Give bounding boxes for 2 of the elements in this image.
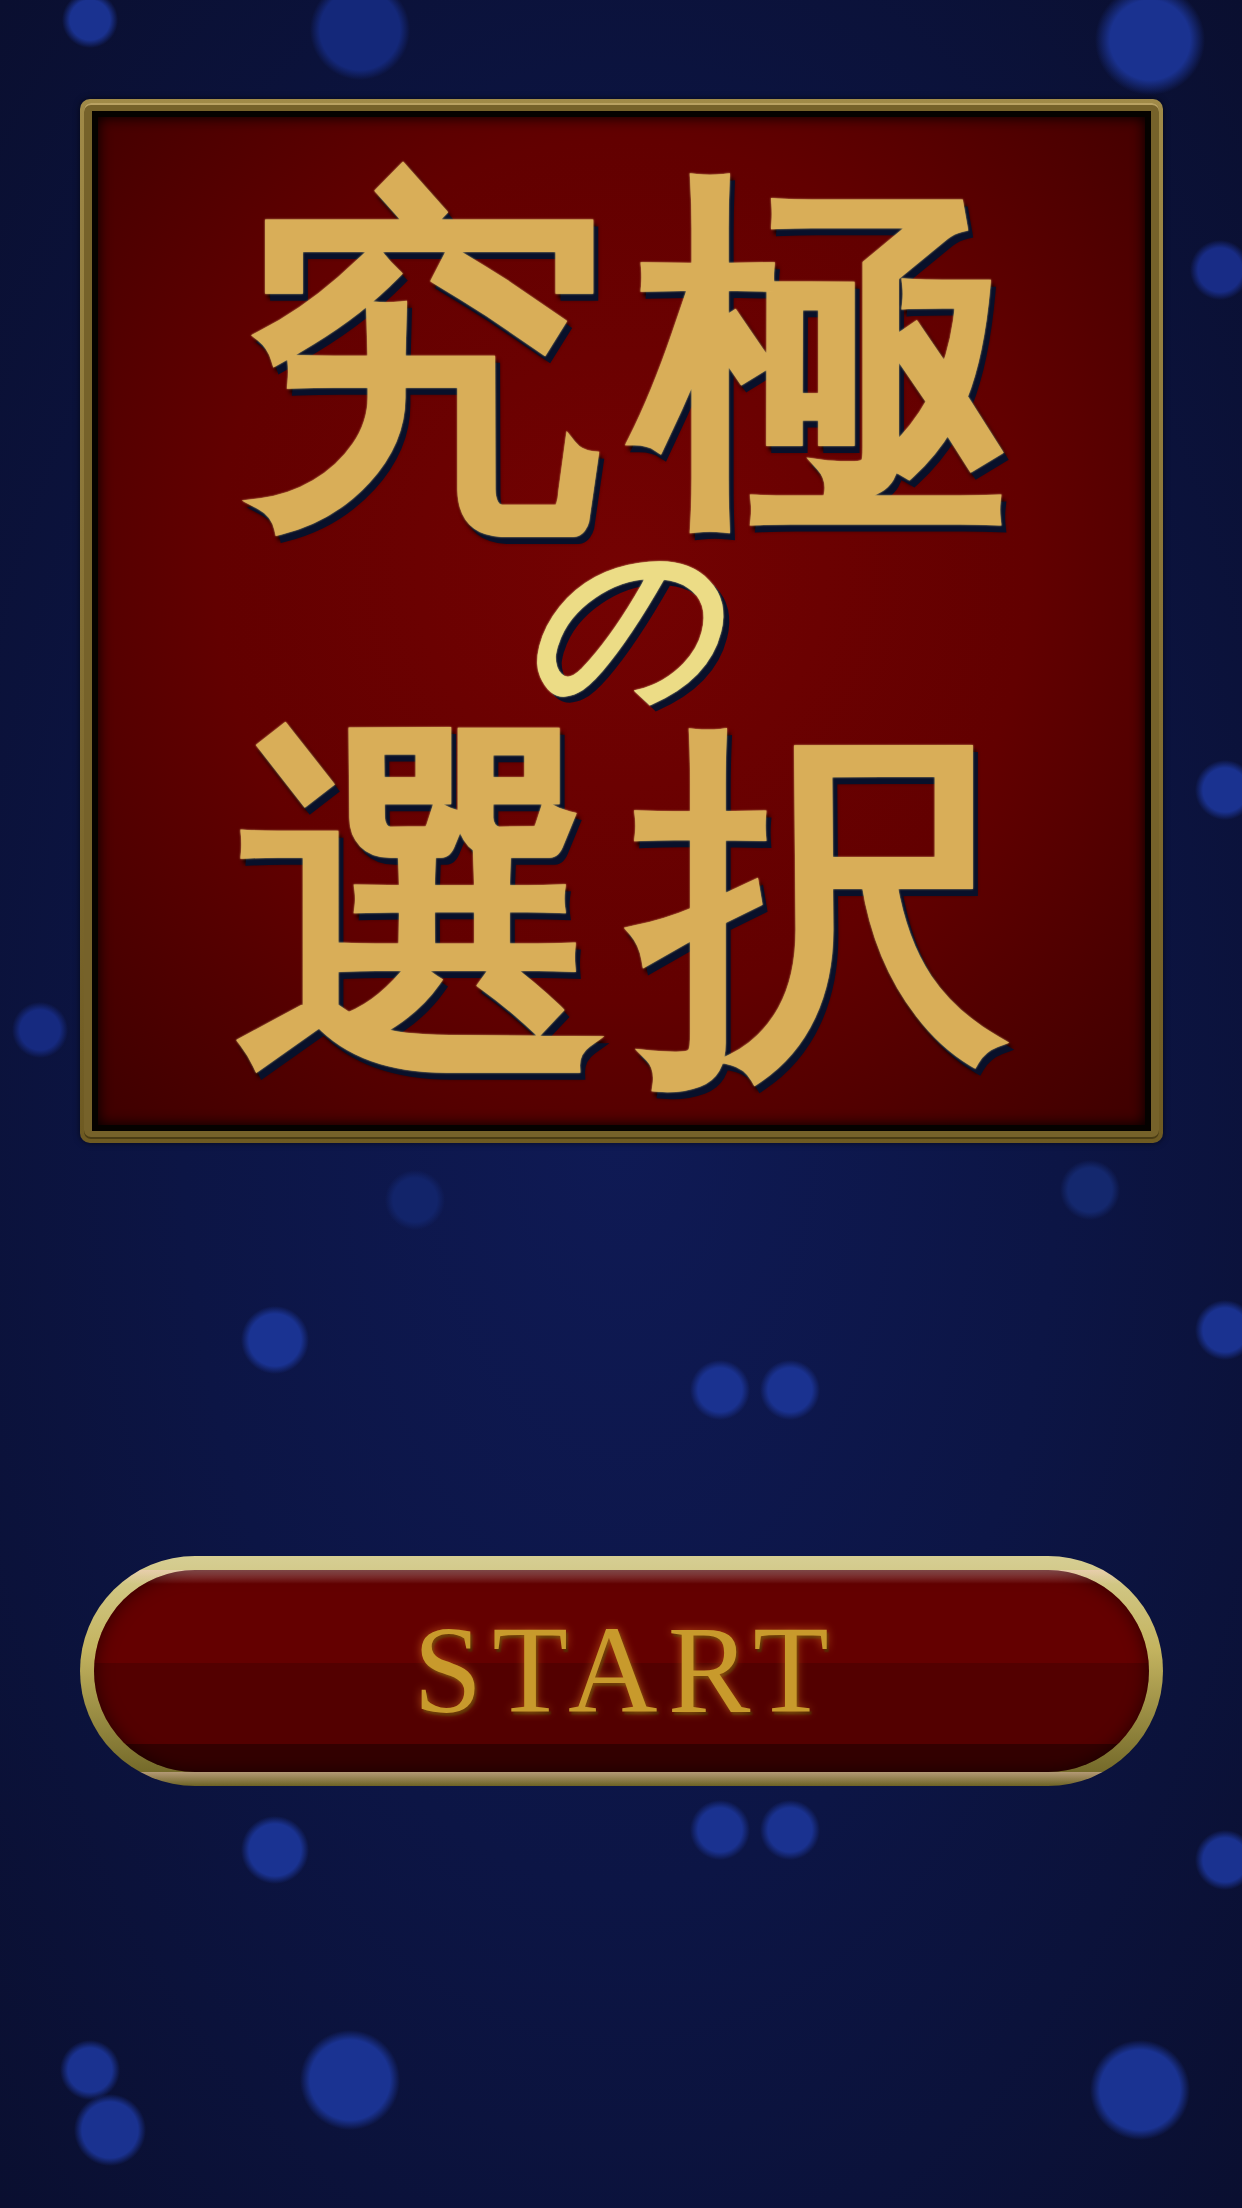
start-button[interactable]: START — [79, 1556, 1163, 1786]
title-text: 選択 — [233, 706, 1032, 1105]
